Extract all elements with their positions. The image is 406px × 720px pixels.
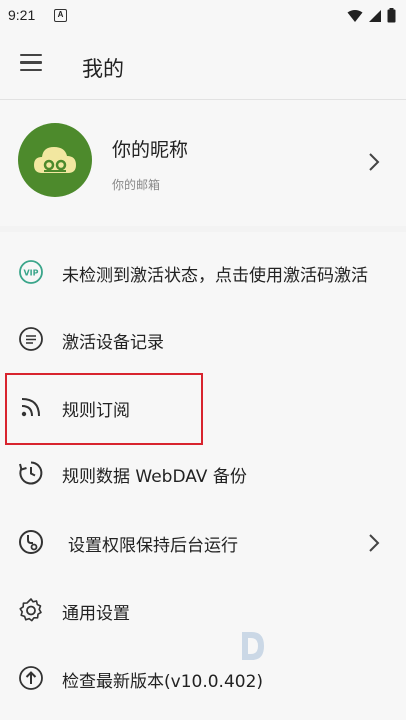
background-run-icon [19, 530, 43, 554]
app-bar: 我的 [0, 34, 406, 100]
highlight-box [5, 373, 203, 445]
menu-item-device-records[interactable]: 激活设备记录 [0, 304, 406, 372]
chevron-right-icon [369, 153, 380, 171]
menu-label: 设置权限保持后台运行 [68, 536, 238, 556]
avatar [18, 123, 92, 197]
profile-nickname: 你的昵称 [112, 139, 189, 161]
menu-label: 检查最新版本(v10.0.402) [62, 672, 264, 692]
menu-label: 规则数据 WebDAV 备份 [62, 467, 247, 487]
upload-icon [19, 666, 43, 690]
page-title: 我的 [82, 57, 124, 81]
battery-icon [387, 8, 396, 23]
watermark-logo [238, 626, 378, 682]
menu-item-background-permission[interactable]: 设置权限保持后台运行 [0, 507, 406, 575]
history-icon [19, 461, 43, 485]
profile-email: 你的邮箱 [112, 178, 161, 192]
signal-icon [369, 9, 381, 22]
chevron-right-icon [369, 534, 380, 552]
menu-label: 通用设置 [62, 604, 130, 624]
wifi-icon [347, 9, 363, 22]
menu-label: 激活设备记录 [62, 333, 164, 353]
status-icons [347, 8, 396, 23]
hamburger-menu-icon[interactable] [20, 54, 44, 76]
status-time: 9:21 [8, 7, 36, 23]
cloud-logo-icon [34, 147, 76, 173]
profile-card[interactable]: 你的昵称 你的邮箱 [0, 100, 406, 226]
gear-icon [19, 598, 42, 622]
vip-icon: VIP [19, 260, 43, 284]
menu-item-webdav-backup[interactable]: 规则数据 WebDAV 备份 [0, 438, 406, 506]
menu-item-activate[interactable]: VIP 未检测到激活状态，点击使用激活码激活 [0, 237, 406, 305]
menu-label: 未检测到激活状态，点击使用激活码激活 [62, 266, 368, 286]
notification-icon: A [54, 9, 67, 22]
svg-text:VIP: VIP [23, 269, 38, 278]
status-bar: 9:21 A [0, 0, 406, 34]
list-icon [19, 327, 43, 351]
